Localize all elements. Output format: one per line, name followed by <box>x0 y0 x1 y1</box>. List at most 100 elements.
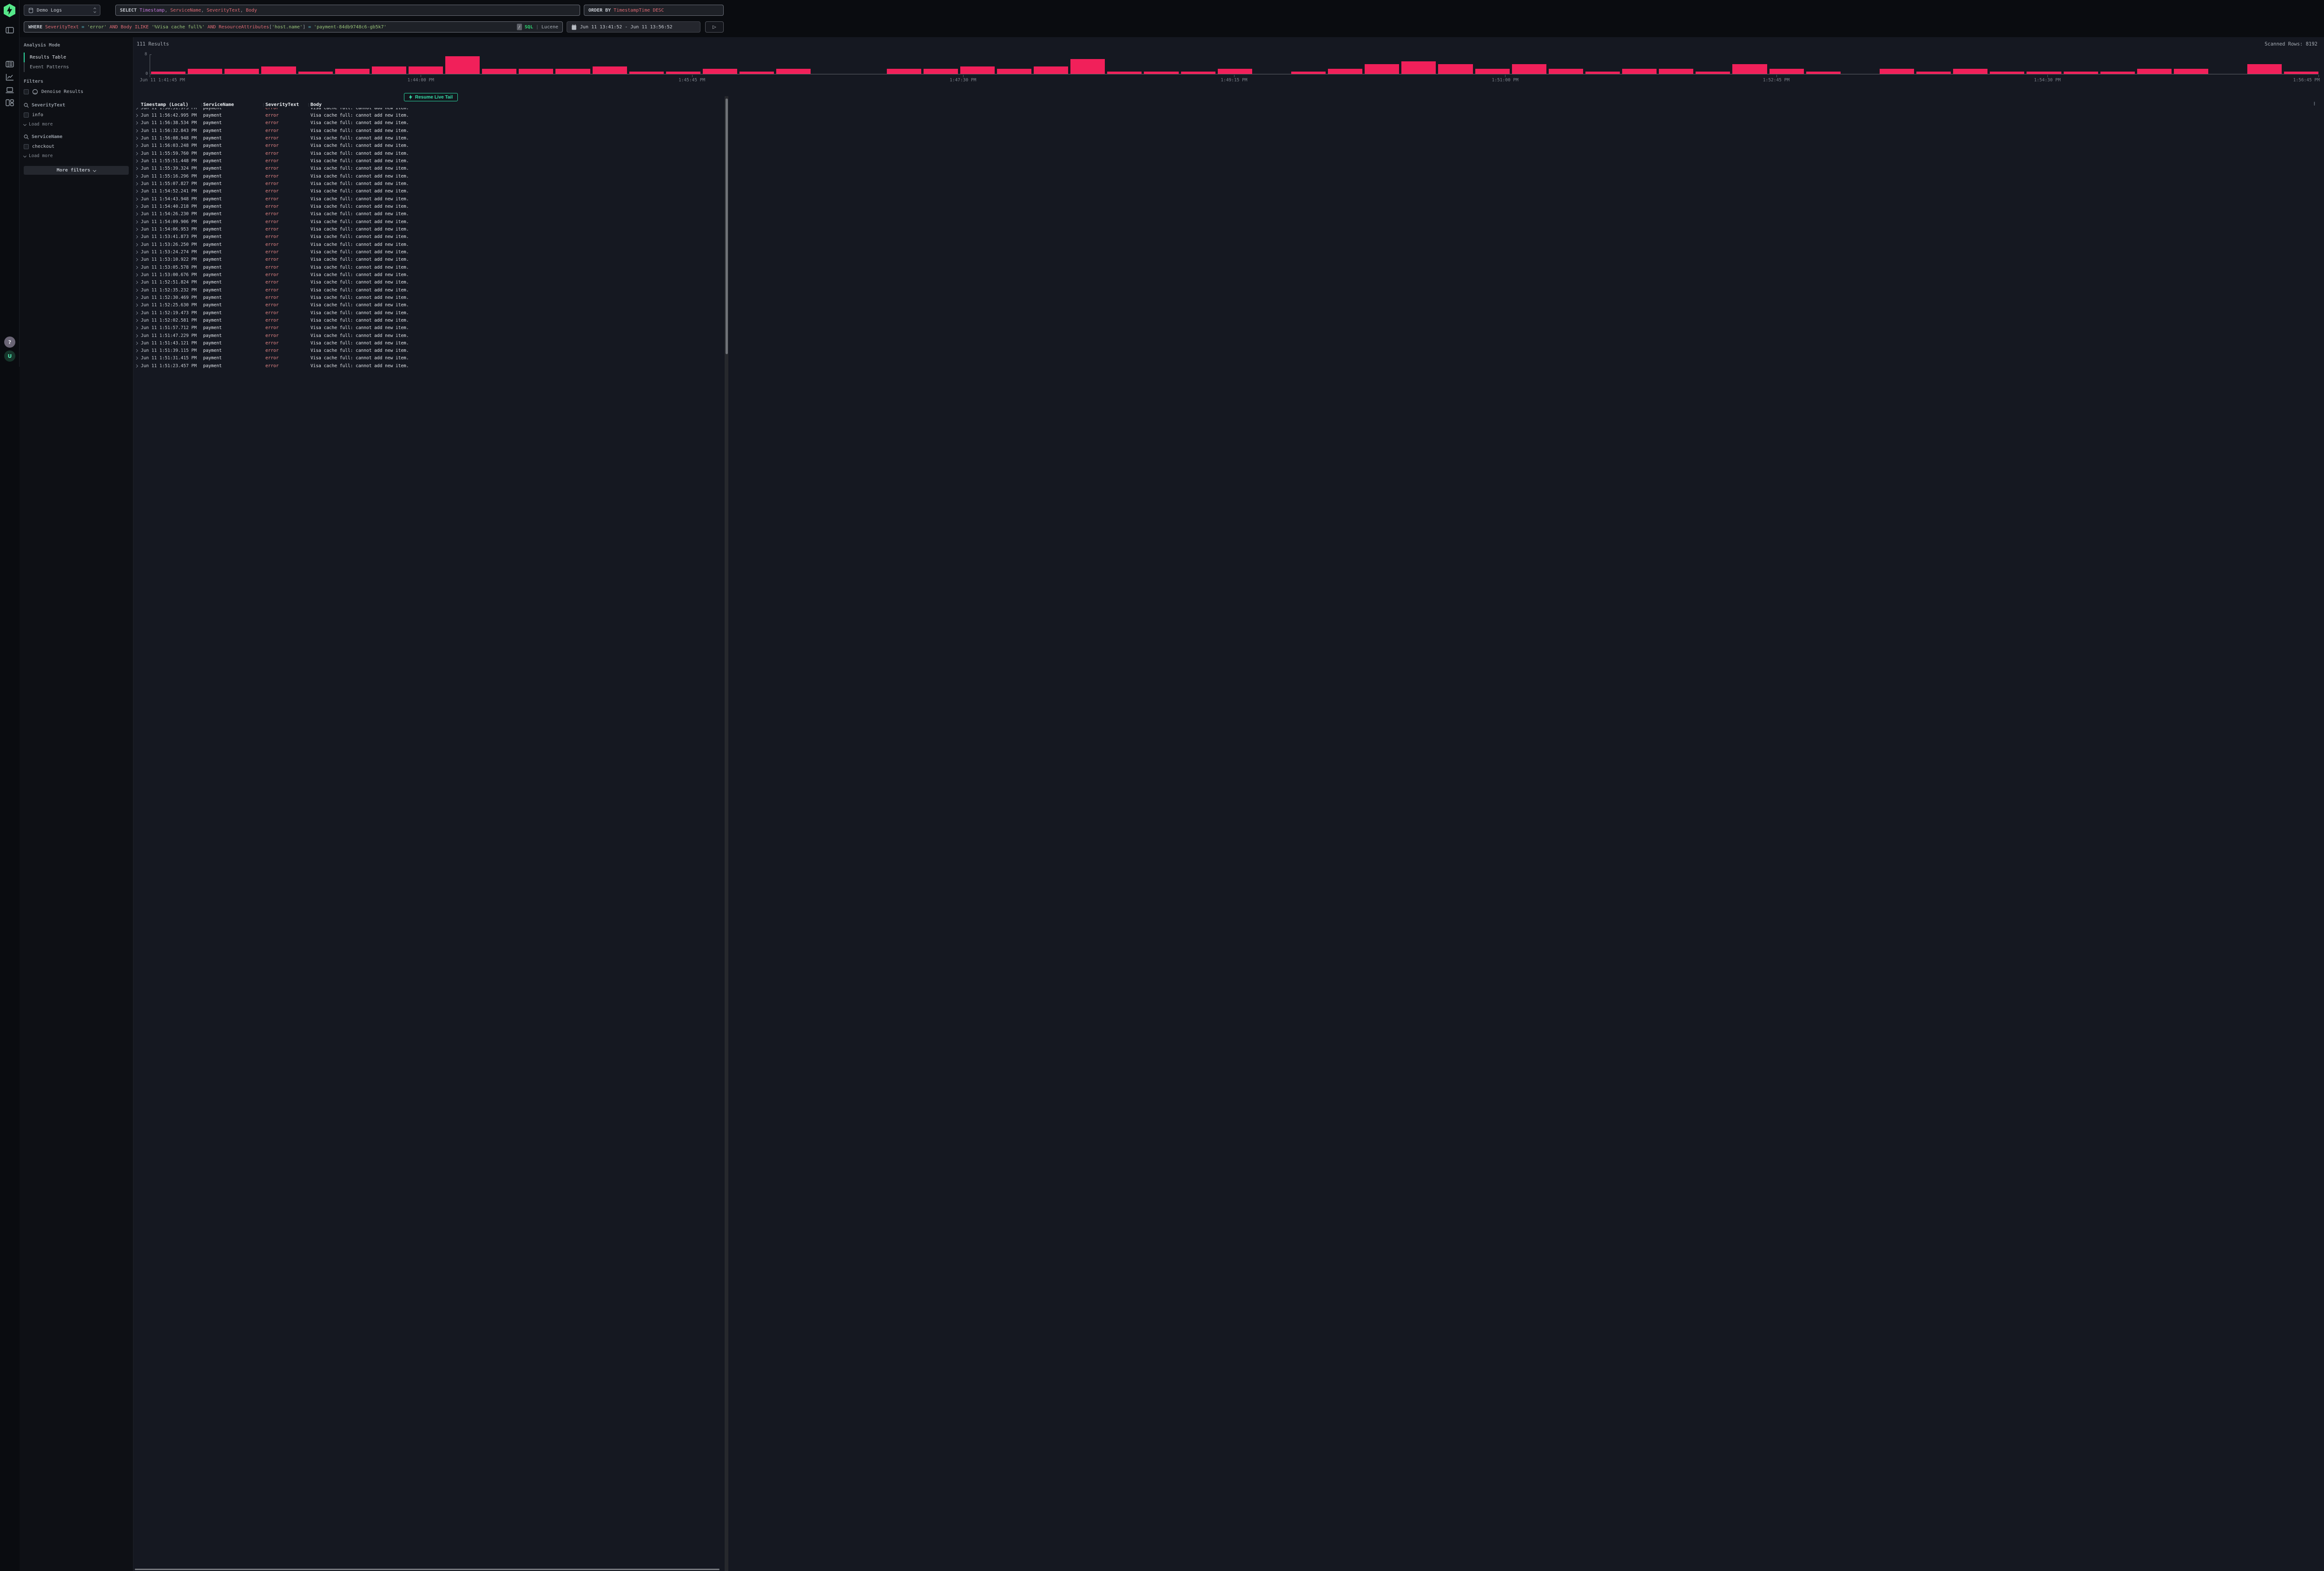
row-expand-chevron[interactable] <box>133 158 141 164</box>
table-row[interactable]: Jun 11 1:53:41.873 PMpaymenterrorVisa ca… <box>133 233 2318 241</box>
table-row[interactable]: Jun 11 1:56:03.248 PMpaymenterrorVisa ca… <box>133 142 2318 150</box>
table-row[interactable]: Jun 11 1:51:57.712 PMpaymenterrorVisa ca… <box>133 324 2318 332</box>
table-row[interactable]: Jun 11 1:55:39.324 PMpaymenterrorVisa ca… <box>133 165 2318 172</box>
vertical-scrollbar-thumb[interactable] <box>726 99 728 354</box>
load-more-button[interactable]: Load more <box>24 153 128 158</box>
histogram-bar[interactable] <box>1181 72 1215 74</box>
filter-option-info[interactable]: info <box>24 112 128 118</box>
analysis-mode-event-patterns[interactable]: Event Patterns <box>24 62 128 72</box>
histogram-bar[interactable] <box>1953 69 1987 74</box>
histogram-bar[interactable] <box>188 69 222 74</box>
col-header-severitytext[interactable]: SeverityText <box>265 102 307 107</box>
sessions-icon[interactable] <box>6 86 14 94</box>
table-row[interactable]: Jun 11 1:52:51.824 PMpaymenterrorVisa ca… <box>133 279 2318 286</box>
row-expand-chevron[interactable] <box>133 211 141 217</box>
histogram-bar[interactable] <box>1475 69 1510 74</box>
col-header-timestamp[interactable]: Timestamp (Local) <box>141 102 200 107</box>
order-by-input[interactable]: ORDER BY TimestampTime DESC <box>584 5 724 16</box>
table-row[interactable]: Jun 11 1:52:02.581 PMpaymenterrorVisa ca… <box>133 317 2318 324</box>
histogram-bar[interactable] <box>1585 72 1620 74</box>
row-expand-chevron[interactable] <box>133 333 141 338</box>
run-query-button[interactable]: ▷ <box>705 21 724 33</box>
row-expand-chevron[interactable] <box>133 204 141 209</box>
row-expand-chevron[interactable] <box>133 295 141 300</box>
table-row[interactable]: Jun 11 1:52:19.473 PMpaymenterrorVisa ca… <box>133 309 2318 317</box>
filter-group-header[interactable]: SeverityText <box>24 103 128 108</box>
histogram-bar[interactable] <box>1034 66 1068 74</box>
histogram-bar[interactable] <box>1769 69 1804 74</box>
row-expand-chevron[interactable] <box>133 257 141 262</box>
table-row[interactable]: Jun 11 1:53:26.250 PMpaymenterrorVisa ca… <box>133 241 2318 248</box>
load-more-button[interactable]: Load more <box>24 122 128 127</box>
table-row[interactable]: Jun 11 1:51:47.229 PMpaymenterrorVisa ca… <box>133 332 2318 339</box>
histogram-bar[interactable] <box>960 66 995 74</box>
histogram-bar[interactable] <box>1659 69 1693 74</box>
histogram-bar[interactable] <box>1916 72 1951 74</box>
histogram-bar[interactable] <box>629 72 664 74</box>
row-expand-chevron[interactable] <box>133 272 141 277</box>
row-expand-chevron[interactable] <box>133 128 141 133</box>
histogram-bar[interactable] <box>519 69 553 74</box>
column-resize-handle-icon[interactable]: ⋮ <box>262 103 265 107</box>
histogram-bar[interactable] <box>739 72 774 74</box>
row-expand-chevron[interactable] <box>133 151 141 156</box>
histogram-bar[interactable] <box>2247 64 2282 74</box>
table-row[interactable]: Jun 11 1:54:52.241 PMpaymenterrorVisa ca… <box>133 188 2318 195</box>
select-query-input[interactable]: SELECT Timestamp, ServiceName, SeverityT… <box>115 5 580 16</box>
chart-explorer-icon[interactable] <box>6 73 14 81</box>
row-expand-chevron[interactable] <box>133 181 141 186</box>
row-expand-chevron[interactable] <box>133 242 141 247</box>
language-toggle-sql[interactable]: SQL <box>525 25 533 30</box>
search-logs-icon[interactable] <box>6 60 14 68</box>
row-expand-chevron[interactable] <box>133 288 141 293</box>
table-row[interactable]: Jun 11 1:52:25.630 PMpaymenterrorVisa ca… <box>133 302 2318 309</box>
table-row[interactable]: Jun 11 1:55:07.827 PMpaymenterrorVisa ca… <box>133 180 2318 187</box>
row-expand-chevron[interactable] <box>133 325 141 330</box>
table-row[interactable]: Jun 11 1:53:00.676 PMpaymenterrorVisa ca… <box>133 271 2318 278</box>
row-expand-chevron[interactable] <box>133 363 141 369</box>
col-header-body[interactable]: Body <box>310 102 2318 107</box>
histogram-bar[interactable] <box>1144 72 1178 74</box>
row-expand-chevron[interactable] <box>133 227 141 232</box>
row-expand-chevron[interactable] <box>133 318 141 323</box>
table-row[interactable]: Jun 11 1:53:05.578 PMpaymenterrorVisa ca… <box>133 264 2318 271</box>
histogram-bar[interactable] <box>1401 61 1436 74</box>
histogram-bar[interactable] <box>1438 64 1472 74</box>
row-expand-chevron[interactable] <box>133 234 141 239</box>
denoise-results-option[interactable]: Denoise Results <box>24 89 128 95</box>
table-row[interactable]: Jun 11 1:54:40.218 PMpaymenterrorVisa ca… <box>133 203 2318 210</box>
histogram-bar[interactable] <box>1732 64 1767 74</box>
histogram-bar[interactable] <box>593 66 627 74</box>
histogram-bar[interactable] <box>887 69 921 74</box>
table-row[interactable]: Jun 11 1:52:35.232 PMpaymenterrorVisa ca… <box>133 286 2318 294</box>
histogram-bar[interactable] <box>776 69 811 74</box>
table-row[interactable]: Jun 11 1:51:43.121 PMpaymenterrorVisa ca… <box>133 339 2318 347</box>
histogram-bar[interactable] <box>372 66 406 74</box>
row-expand-chevron[interactable] <box>133 136 141 141</box>
histogram-bar[interactable] <box>1806 72 1841 74</box>
table-options-icon[interactable]: ⋮ <box>2312 102 2317 106</box>
row-expand-chevron[interactable] <box>133 189 141 194</box>
dashboards-icon[interactable] <box>6 99 14 106</box>
column-resize-handle-icon[interactable]: ⋮ <box>307 103 310 107</box>
histogram-bar[interactable] <box>924 69 958 74</box>
histogram-bar[interactable] <box>2284 72 2318 74</box>
table-row[interactable]: Jun 11 1:54:09.906 PMpaymenterrorVisa ca… <box>133 218 2318 225</box>
histogram-bar[interactable] <box>151 72 185 74</box>
histogram-bar[interactable] <box>1549 69 1583 74</box>
histogram-bar[interactable] <box>1880 69 1914 74</box>
row-expand-chevron[interactable] <box>133 197 141 202</box>
histogram-bar[interactable] <box>2027 72 2061 74</box>
analysis-mode-results-table[interactable]: Results Table <box>24 53 128 62</box>
language-toggle-lucene[interactable]: Lucene <box>541 25 558 30</box>
histogram-bar[interactable] <box>445 56 480 74</box>
histogram-bar[interactable] <box>703 69 737 74</box>
histogram-bar[interactable] <box>1512 64 1546 74</box>
row-expand-chevron[interactable] <box>133 166 141 171</box>
filter-checkbox[interactable] <box>24 144 29 149</box>
source-select[interactable]: Demo Logs <box>24 5 100 16</box>
horizontal-scrollbar-thumb[interactable] <box>135 1569 720 1571</box>
histogram-bar[interactable] <box>335 69 370 74</box>
histogram-bar[interactable] <box>2100 72 2135 74</box>
resume-live-tail-button[interactable]: Resume Live Tail <box>404 93 458 101</box>
